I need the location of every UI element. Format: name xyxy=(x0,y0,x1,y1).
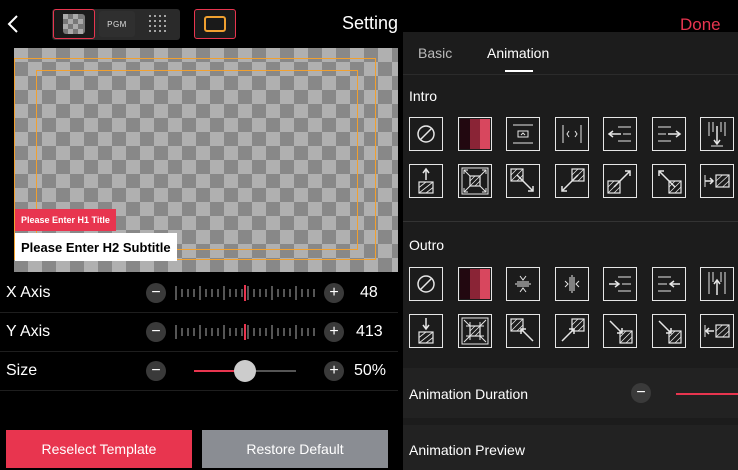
slide-diagonal-in-bottomleft-icon[interactable] xyxy=(603,314,637,348)
slide-right-icon[interactable] xyxy=(652,117,686,151)
collapse-horizontal-icon[interactable] xyxy=(555,267,589,301)
slide-diagonal-in-bottomright-icon[interactable] xyxy=(652,314,686,348)
duration-slider-track[interactable] xyxy=(676,393,738,395)
h1-title-text[interactable]: Please Enter H1 Title xyxy=(15,209,116,231)
size-increase-button[interactable]: + xyxy=(324,361,344,381)
duration-decrease-button[interactable]: − xyxy=(631,383,651,403)
back-arrow-icon[interactable] xyxy=(4,10,24,38)
expand-vertical-icon[interactable] xyxy=(506,117,540,151)
intro-section-label: Intro xyxy=(409,88,438,104)
size-decrease-button[interactable]: − xyxy=(146,361,166,381)
slide-diagonal-bottomleft-icon[interactable] xyxy=(555,164,589,198)
x-axis-value: 48 xyxy=(360,284,378,301)
grid-button[interactable] xyxy=(140,11,176,37)
slide-diagonal-in-topright-icon[interactable] xyxy=(555,314,589,348)
slide-left-out-icon[interactable] xyxy=(652,267,686,301)
fade-gradient-icon[interactable] xyxy=(458,267,492,301)
dots-grid-icon xyxy=(149,15,166,32)
size-label: Size xyxy=(6,362,38,379)
wipe-left-icon[interactable] xyxy=(700,314,734,348)
slide-up-icon[interactable] xyxy=(409,164,443,198)
active-tab-indicator xyxy=(505,70,533,72)
pgm-button[interactable]: PGM xyxy=(99,11,135,37)
none-icon[interactable] xyxy=(409,267,443,301)
outro-section-label: Outro xyxy=(409,237,445,253)
size-value: 50% xyxy=(354,362,387,379)
y-axis-value: 413 xyxy=(356,323,383,340)
page-title: Setting xyxy=(342,13,399,33)
slide-up-out-icon[interactable] xyxy=(700,267,734,301)
checker-icon xyxy=(63,14,85,34)
tab-animation[interactable]: Animation xyxy=(487,45,549,61)
tab-basic[interactable]: Basic xyxy=(418,45,452,61)
x-axis-label: X Axis xyxy=(6,284,51,301)
y-axis-label: Y Axis xyxy=(6,323,51,340)
y-axis-increase-button[interactable]: + xyxy=(324,322,344,342)
slide-diagonal-bottomright-icon[interactable] xyxy=(603,164,637,198)
slide-diagonal-topright-icon[interactable] xyxy=(652,164,686,198)
wipe-right-icon[interactable] xyxy=(700,164,734,198)
zoom-out-icon[interactable] xyxy=(458,164,492,198)
h2-subtitle-text[interactable]: Please Enter H2 Subtitle xyxy=(15,233,177,261)
animation-preview-label: Animation Preview xyxy=(409,442,525,458)
x-axis-increase-button[interactable]: + xyxy=(324,283,344,303)
safe-frame-icon xyxy=(204,16,226,32)
safe-frame-button[interactable] xyxy=(194,9,236,39)
panel-tabs xyxy=(403,32,738,75)
slide-down-out-icon[interactable] xyxy=(409,314,443,348)
transparent-preview-button[interactable] xyxy=(53,9,95,39)
slide-diagonal-in-topleft-icon[interactable] xyxy=(506,314,540,348)
collapse-vertical-icon[interactable] xyxy=(506,267,540,301)
fade-gradient-icon[interactable] xyxy=(458,117,492,151)
y-axis-ruler[interactable] xyxy=(174,322,316,342)
slide-left-icon[interactable] xyxy=(603,117,637,151)
animation-duration-label: Animation Duration xyxy=(409,386,529,402)
slide-right-out-icon[interactable] xyxy=(603,267,637,301)
restore-default-button[interactable]: Restore Default xyxy=(202,430,388,468)
reselect-template-button[interactable]: Reselect Template xyxy=(6,430,192,468)
x-axis-decrease-button[interactable]: − xyxy=(146,283,166,303)
slide-diagonal-topleft-icon[interactable] xyxy=(506,164,540,198)
none-icon[interactable] xyxy=(409,117,443,151)
size-slider-thumb[interactable] xyxy=(234,360,256,382)
y-axis-decrease-button[interactable]: − xyxy=(146,322,166,342)
expand-horizontal-icon[interactable] xyxy=(555,117,589,151)
section-divider xyxy=(403,221,738,222)
slide-down-icon[interactable] xyxy=(700,117,734,151)
x-axis-ruler[interactable] xyxy=(174,283,316,303)
zoom-in-icon[interactable] xyxy=(458,314,492,348)
